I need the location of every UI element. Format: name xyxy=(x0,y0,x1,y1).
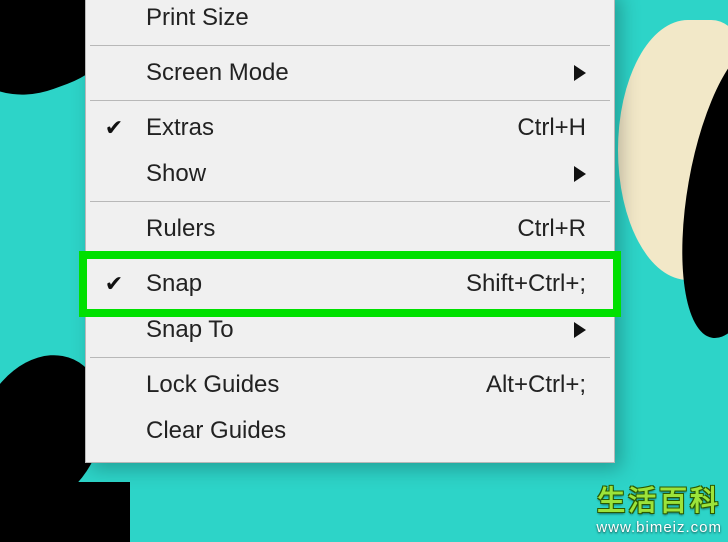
watermark: 生活百科 www.bimeiz.com xyxy=(596,479,722,536)
canvas-background: Print SizeScreen Mode✔ExtrasCtrl+HShowRu… xyxy=(0,0,728,542)
menu-item-label: Rulers xyxy=(128,215,215,243)
context-menu: Print SizeScreen Mode✔ExtrasCtrl+HShowRu… xyxy=(85,0,615,463)
menu-item-shortcut: Ctrl+R xyxy=(517,215,592,243)
watermark-url: www.bimeiz.com xyxy=(596,519,722,536)
menu-separator xyxy=(90,45,610,46)
watermark-title: 生活百科 xyxy=(596,479,722,519)
menu-item-label: Show xyxy=(128,160,206,188)
menu-item-shortcut: Ctrl+H xyxy=(517,114,592,142)
menu-item-screen-mode[interactable]: Screen Mode xyxy=(86,50,614,96)
menu-item-clear-guides[interactable]: Clear Guides xyxy=(86,408,614,454)
menu-item-shortcut: Alt+Ctrl+; xyxy=(486,371,592,399)
menu-item-snap[interactable]: ✔Snap Shift+Ctrl+; xyxy=(86,261,614,307)
menu-separator xyxy=(90,357,610,358)
menu-item-label: Snap To xyxy=(128,316,234,344)
menu-item-extras[interactable]: ✔Extras Ctrl+H xyxy=(86,105,614,151)
menu-separator xyxy=(90,201,610,202)
menu-item-label: Extras xyxy=(128,114,214,142)
menu-item-lock-guides[interactable]: Lock Guides Alt+Ctrl+; xyxy=(86,362,614,408)
menu-item-label: Snap xyxy=(128,270,202,298)
submenu-arrow-icon xyxy=(574,166,592,182)
menu-separator xyxy=(90,256,610,257)
menu-item-shortcut: Shift+Ctrl+; xyxy=(466,270,592,298)
menu-item-rulers[interactable]: Rulers Ctrl+R xyxy=(86,206,614,252)
menu-item-label: Print Size xyxy=(128,4,249,32)
menu-item-label: Clear Guides xyxy=(128,417,286,445)
menu-item-label: Lock Guides xyxy=(128,371,279,399)
menu-separator xyxy=(90,100,610,101)
menu-item-label: Screen Mode xyxy=(128,59,289,87)
submenu-arrow-icon xyxy=(574,322,592,338)
bg-shape xyxy=(0,482,130,542)
submenu-arrow-icon xyxy=(574,65,592,81)
menu-item-show[interactable]: Show xyxy=(86,151,614,197)
check-icon: ✔ xyxy=(100,115,128,141)
menu-item-snap-to[interactable]: Snap To xyxy=(86,307,614,353)
menu-item-print-size[interactable]: Print Size xyxy=(86,0,614,41)
check-icon: ✔ xyxy=(100,271,128,297)
